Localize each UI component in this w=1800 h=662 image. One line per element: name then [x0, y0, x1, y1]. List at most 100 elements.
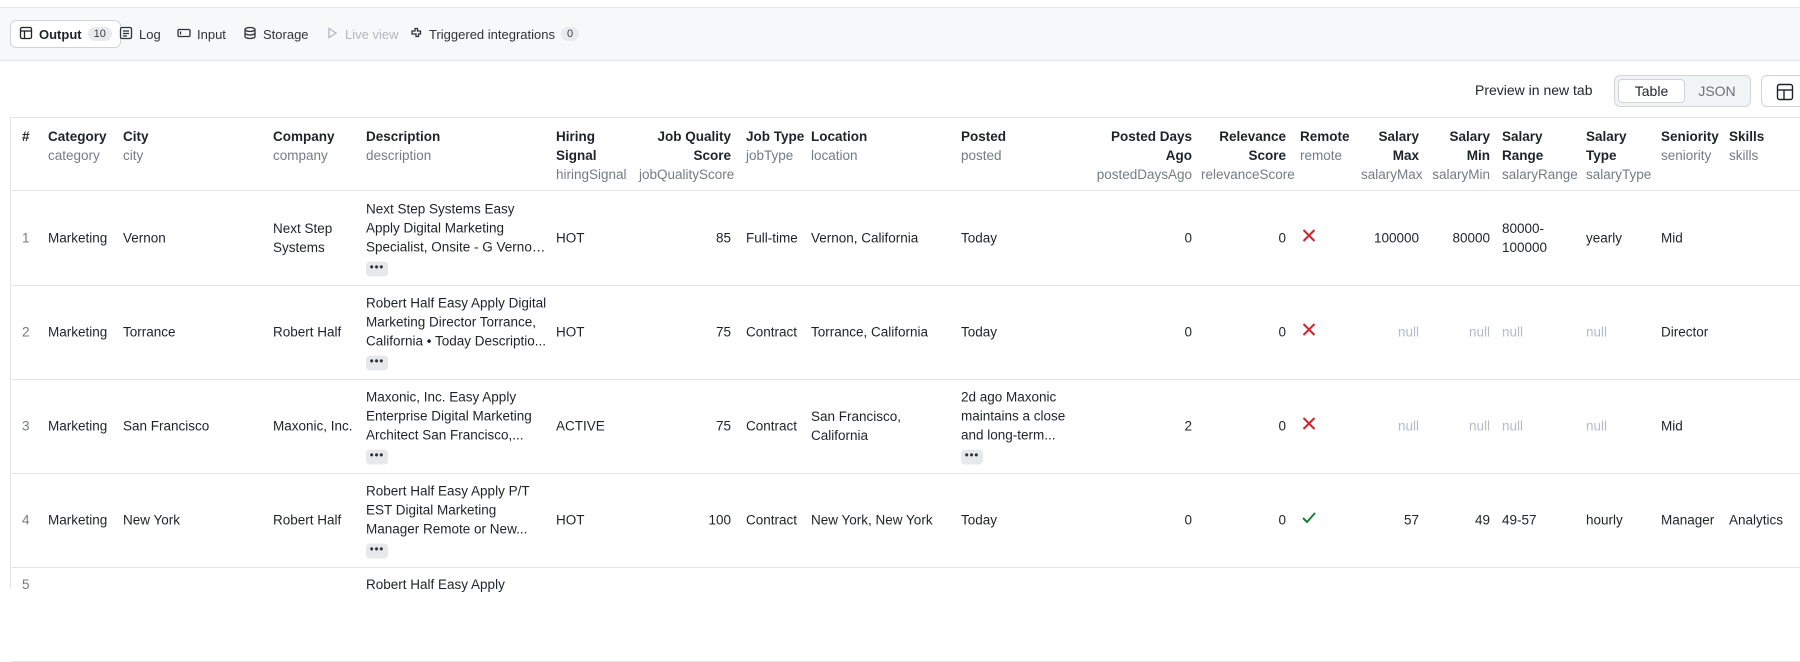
column-header-posted[interactable]: Posted posted — [961, 127, 1071, 165]
cell-location: Vernon, California — [811, 230, 919, 246]
column-header-key: salaryType — [1586, 167, 1652, 182]
cell-city: New York — [123, 512, 181, 528]
column-header-location[interactable]: Location location — [811, 127, 951, 165]
expand-ellipsis-button[interactable]: ••• — [961, 449, 983, 465]
cell-category: Marketing — [48, 230, 108, 246]
expand-ellipsis-button[interactable]: ••• — [366, 261, 388, 277]
column-header-category[interactable]: Category category — [48, 127, 118, 165]
table-row[interactable]: 3 Marketing San Francisco Maxonic, Inc. Maxo… — [11, 379, 1800, 474]
cell-relevanceScore: 0 — [1278, 418, 1286, 434]
cell-jobType: Full-time — [746, 230, 798, 246]
column-header-index[interactable]: # — [22, 127, 42, 146]
column-header-label: City — [123, 129, 149, 144]
expand-ellipsis-button[interactable]: ••• — [366, 543, 388, 559]
tab-output[interactable]: Output 10 — [10, 20, 121, 48]
cell-salaryMin: 80000 — [1452, 230, 1490, 246]
column-header-relevanceScore[interactable]: Relevance Score relevanceScore — [1201, 127, 1295, 184]
cell-company: Robert Half — [273, 324, 342, 340]
column-header-remote[interactable]: Remote remote — [1300, 127, 1355, 165]
cell-text: Maxonic, Inc. Easy Apply Enterprise Digi… — [366, 389, 532, 443]
column-header-label: Salary Range — [1502, 129, 1544, 163]
column-header-key: seniority — [1661, 148, 1712, 163]
preview-in-new-tab-link[interactable]: Preview in new tab — [1475, 82, 1593, 98]
cell-hiringSignal: HOT — [556, 512, 585, 528]
cell-salaryType: yearly — [1586, 230, 1623, 246]
cell-relevanceScore: 0 — [1278, 512, 1286, 528]
cell-index: 1 — [22, 230, 30, 246]
close-icon — [1300, 321, 1318, 344]
cell-text: Next Step Systems Easy Apply Digital Mar… — [366, 201, 544, 255]
tab-input[interactable]: Input — [169, 20, 234, 48]
cell-hiringSignal: HOT — [556, 324, 585, 340]
cell-jobQualityScore: 100 — [708, 512, 731, 528]
column-header-key: relevanceScore — [1201, 167, 1295, 182]
cell-salaryType: hourly — [1586, 512, 1623, 528]
column-header-label: Seniority — [1661, 129, 1719, 144]
table-row[interactable]: 4 Marketing New York Robert Half Robert Half… — [11, 473, 1800, 568]
layout-button[interactable] — [1761, 75, 1800, 107]
table-row[interactable]: 2 Marketing Torrance Robert Half Robert Half… — [11, 285, 1800, 380]
column-header-label: Salary Min — [1449, 129, 1490, 163]
cell-description: Maxonic, Inc. Easy Apply Enterprise Digi… — [366, 388, 551, 465]
cell-relevanceScore: 0 — [1278, 324, 1286, 340]
column-header-key: company — [273, 148, 328, 163]
cell-postedDaysAgo: 0 — [1184, 230, 1192, 246]
cell-description: Robert Half Easy Apply Digital Marketing… — [366, 294, 551, 371]
column-header-salaryMax[interactable]: Salary Max salaryMax — [1361, 127, 1423, 184]
column-header-city[interactable]: City city — [123, 127, 263, 165]
column-header-hiringSignal[interactable]: Hiring Signal hiringSignal — [556, 127, 636, 184]
view-json-button[interactable]: JSON — [1687, 79, 1747, 103]
view-table-button[interactable]: Table — [1618, 79, 1685, 103]
expand-ellipsis-button[interactable]: ••• — [366, 449, 388, 465]
integrations-icon — [409, 26, 423, 43]
column-header-key: salaryMax — [1361, 167, 1423, 182]
column-header-key: location — [811, 148, 858, 163]
table-row[interactable]: 5 Robert Half Easy Apply — [11, 567, 1800, 662]
tab-live-view: Live view — [317, 20, 406, 48]
cell-seniority: Manager — [1661, 512, 1715, 528]
cell-city: San Francisco — [123, 418, 210, 434]
column-header-label: Posted — [961, 129, 1007, 144]
cell-posted: 2d ago Maxonic maintains a close and lon… — [961, 388, 1071, 465]
cell-company: Robert Half — [273, 512, 342, 528]
column-header-key: category — [48, 148, 100, 163]
cell-index: 4 — [22, 512, 30, 528]
tab-storage[interactable]: Storage — [235, 20, 317, 48]
table-row[interactable]: 1 Marketing Vernon Next Step Systems Next St… — [11, 191, 1800, 286]
column-header-jobQualityScore[interactable]: Job Quality Score jobQualityScore — [639, 127, 735, 184]
play-icon — [325, 26, 339, 43]
cell-description: Robert Half Easy Apply — [366, 577, 505, 592]
column-header-postedDaysAgo[interactable]: Posted Days Ago postedDaysAgo — [1086, 127, 1192, 184]
column-header-key: postedDaysAgo — [1096, 167, 1192, 182]
column-header-label: Company — [273, 129, 335, 144]
column-header-key: jobQualityScore — [639, 167, 735, 182]
column-header-salaryMin[interactable]: Salary Min salaryMin — [1431, 127, 1490, 184]
column-header-key: salaryRange — [1502, 167, 1578, 182]
cell-location: San Francisco, California — [811, 409, 902, 443]
cell-jobType: Contract — [746, 418, 798, 434]
cell-salaryRange: 80000-100000 — [1502, 221, 1548, 255]
cell-index: 5 — [22, 577, 30, 592]
column-header-company[interactable]: Company company — [273, 127, 363, 165]
column-header-label: Job Quality Score — [657, 129, 731, 163]
cell-description: Next Step Systems Easy Apply Digital Mar… — [366, 200, 551, 277]
column-header-salaryType[interactable]: Salary Type salaryType — [1586, 127, 1651, 184]
column-header-key: description — [366, 148, 432, 163]
column-header-salaryRange[interactable]: Salary Range salaryRange — [1502, 127, 1578, 184]
tab-log[interactable]: Log — [111, 20, 169, 48]
column-header-skills[interactable]: Skills skills — [1729, 127, 1800, 165]
tab-triggered-integrations[interactable]: Triggered integrations 0 — [401, 20, 587, 48]
expand-ellipsis-button[interactable]: ••• — [366, 355, 388, 371]
column-header-key: hiringSignal — [556, 167, 627, 182]
cell-company: Maxonic, Inc. — [273, 418, 353, 434]
column-header-seniority[interactable]: Seniority seniority — [1661, 127, 1721, 165]
close-icon — [1300, 415, 1318, 438]
cell-category: Marketing — [48, 418, 108, 434]
cell-jobType: Contract — [746, 512, 798, 528]
cell-jobQualityScore: 75 — [715, 418, 731, 434]
cell-category: Marketing — [48, 512, 108, 528]
column-header-jobType[interactable]: Job Type jobType — [746, 127, 806, 165]
column-header-description[interactable]: Description description — [366, 127, 551, 165]
cell-company: Next Step Systems — [273, 221, 333, 255]
column-header-key: jobType — [746, 148, 794, 163]
